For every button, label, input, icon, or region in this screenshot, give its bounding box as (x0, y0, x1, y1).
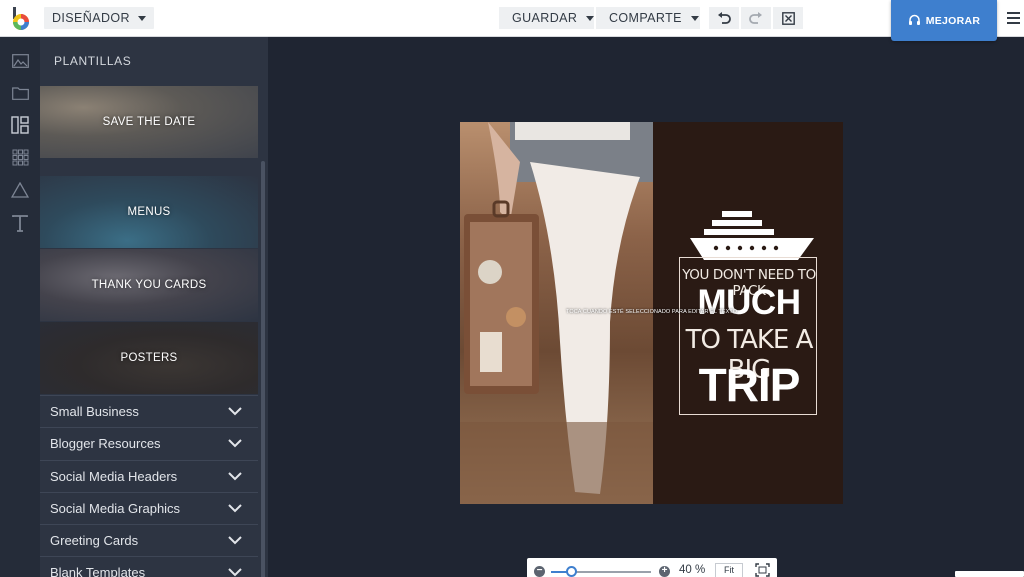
template-tile-menus[interactable]: MENUS (40, 176, 258, 248)
category-label: Blogger Resources (50, 435, 161, 451)
zoom-out-button[interactable]: − (534, 566, 545, 577)
undo-icon (718, 11, 731, 24)
chevron-down-icon (228, 567, 242, 576)
template-tile-save-the-date[interactable]: SAVE THE DATE (40, 86, 258, 158)
rail-item-photos[interactable] (10, 51, 30, 71)
share-button-label: COMPARTE (609, 11, 682, 25)
template-tile-posters[interactable]: POSTERS (40, 322, 258, 394)
category-small-business[interactable]: Small Business (40, 395, 258, 426)
zoom-in-button[interactable]: + (659, 566, 670, 577)
template-tile-label: MENUS (127, 206, 171, 218)
image-icon (11, 54, 29, 68)
fit-button[interactable]: Fit (715, 563, 743, 577)
category-social-media-graphics[interactable]: Social Media Graphics (40, 492, 258, 523)
save-button-label: GUARDAR (512, 11, 578, 25)
category-greeting-cards[interactable]: Greeting Cards (40, 524, 258, 555)
app-logo-icon[interactable] (9, 7, 31, 31)
category-blogger-resources[interactable]: Blogger Resources (40, 427, 258, 458)
category-label: Greeting Cards (50, 532, 139, 548)
design-text-frame[interactable]: YOU DON'T NEED TO PACK MUCH TO TAKE A BI… (679, 257, 817, 415)
layout-icon (11, 116, 29, 134)
caret-down-icon (586, 15, 595, 21)
template-tile-label: THANK YOU CARDS (91, 279, 207, 291)
grid-icon (12, 149, 28, 165)
template-tile-thank-you-cards[interactable]: THANK YOU CARDS (40, 249, 258, 321)
chevron-down-icon (228, 406, 242, 415)
top-toolbar: DISEÑADOR GUARDAR COMPARTE MEJORAR (0, 0, 1024, 41)
fullscreen-icon[interactable] (755, 563, 770, 577)
headset-icon (908, 14, 920, 25)
upgrade-button-label: MEJORAR (925, 14, 981, 27)
rail-item-files[interactable] (10, 83, 30, 103)
save-button[interactable]: GUARDAR (499, 7, 595, 29)
category-label: Blank Templates (50, 564, 146, 577)
category-label: Social Media Graphics (50, 500, 181, 516)
zoom-slider-thumb[interactable] (566, 566, 577, 577)
design-text-line2[interactable]: MUCH (680, 283, 818, 323)
category-label: Small Business (50, 403, 139, 419)
share-button[interactable]: COMPARTE (596, 7, 700, 29)
mode-dropdown-label: DISEÑADOR (52, 11, 130, 25)
chevron-down-icon (228, 438, 242, 447)
version-tag (955, 571, 1024, 577)
tool-rail (0, 37, 40, 577)
ship-illustration (690, 211, 814, 260)
design-canvas[interactable]: YOU DON'T NEED TO PACK MUCH TO TAKE A BI… (460, 122, 843, 504)
mode-dropdown[interactable]: DISEÑADOR (44, 7, 154, 29)
redo-icon (749, 11, 762, 24)
zoom-level: 40 % (679, 564, 706, 576)
zoom-control: − + 40 % Fit (527, 558, 777, 577)
close-design-button[interactable] (773, 7, 803, 29)
chevron-down-icon (228, 503, 242, 512)
caret-down-icon (137, 15, 146, 21)
folder-icon (11, 87, 29, 100)
close-box-icon (781, 11, 795, 25)
undo-button[interactable] (709, 7, 739, 29)
chevron-down-icon (228, 471, 242, 480)
rail-item-text[interactable] (10, 213, 30, 233)
hamburger-menu-icon[interactable] (1006, 10, 1022, 26)
rail-item-templates[interactable] (10, 115, 30, 135)
text-icon (12, 214, 28, 232)
rail-item-shapes[interactable] (10, 180, 30, 200)
upgrade-button[interactable]: MEJORAR (891, 0, 997, 41)
rail-item-graphics[interactable] (10, 147, 30, 167)
category-blank-templates[interactable]: Blank Templates (40, 556, 258, 577)
category-label: Social Media Headers (50, 468, 178, 484)
caret-down-icon (690, 15, 699, 21)
redo-button[interactable] (741, 7, 771, 29)
chevron-down-icon (228, 535, 242, 544)
design-text-line4[interactable]: TRIP (680, 358, 818, 412)
panel-scrollbar[interactable] (261, 161, 265, 577)
edit-text-hint: TOCA CUANDO ESTÉ SELECCIONADO PARA EDITA… (566, 309, 738, 315)
template-tile-label: POSTERS (120, 352, 178, 364)
template-tile-label: SAVE THE DATE (102, 116, 196, 128)
triangle-icon (11, 182, 29, 198)
templates-panel: PLANTILLAS SAVE THE DATE MENUS THANK YOU… (40, 37, 268, 577)
category-social-media-headers[interactable]: Social Media Headers (40, 460, 258, 491)
panel-title: PLANTILLAS (54, 54, 132, 68)
